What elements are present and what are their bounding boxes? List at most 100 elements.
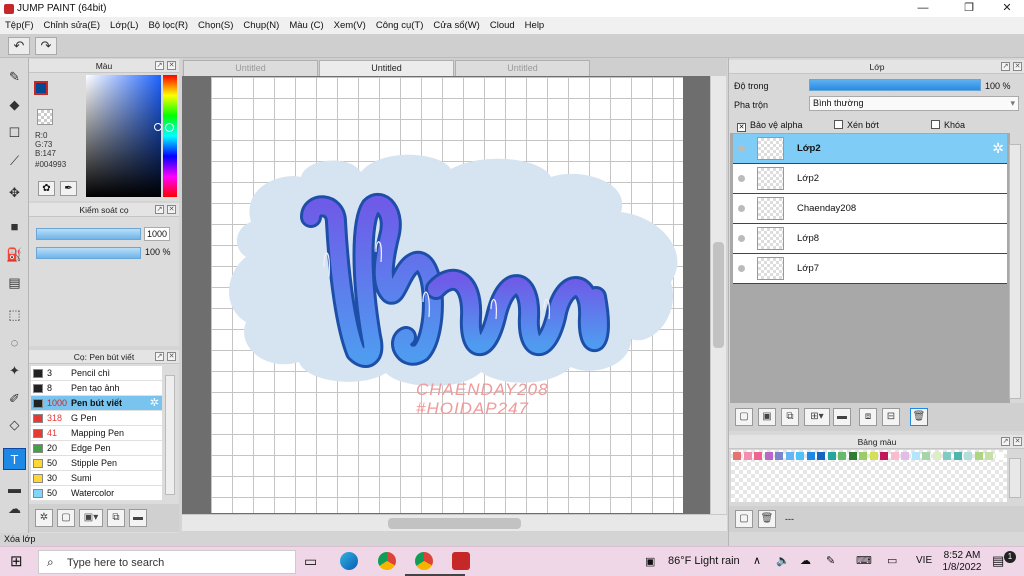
brush-list-item[interactable]: 50 Stipple Pen xyxy=(31,456,162,471)
brush-tool-icon[interactable]: ⟋ xyxy=(3,150,26,172)
brush-size-value[interactable]: 1000 xyxy=(144,227,170,241)
tray-chevron-icon[interactable]: ∧ xyxy=(753,554,761,567)
network-icon[interactable]: ▭ xyxy=(887,554,897,567)
palette-swatch[interactable] xyxy=(859,452,867,460)
palette-icon[interactable]: ✿ xyxy=(38,181,55,196)
notification-icon[interactable]: ▤ xyxy=(992,553,1004,569)
panel-close-icon[interactable]: ✕ xyxy=(167,205,176,214)
layer-list-scrollbar[interactable] xyxy=(1009,144,1021,399)
menu-file[interactable]: Tệp(F) xyxy=(5,20,34,31)
palette-swatch[interactable] xyxy=(806,452,815,460)
layer-row[interactable]: Lớp7 xyxy=(733,254,1007,284)
panel-close-icon[interactable]: ✕ xyxy=(1013,437,1022,446)
chrome-icon[interactable] xyxy=(378,552,396,570)
add-swatch-icon[interactable]: ▢ xyxy=(735,510,753,528)
jump-paint-taskbar-icon[interactable] xyxy=(452,552,470,570)
palette-swatch[interactable] xyxy=(922,452,930,460)
palette-swatch[interactable] xyxy=(943,452,951,460)
layer-visibility-icon[interactable] xyxy=(738,175,745,182)
undock-icon[interactable]: ↗ xyxy=(155,205,164,214)
folder-icon[interactable]: ▬ xyxy=(833,408,851,426)
palette-swatch[interactable] xyxy=(785,452,794,460)
keyboard-icon[interactable]: ⌨ xyxy=(856,554,872,567)
copy-brush-icon[interactable]: ⧉ xyxy=(107,509,125,527)
delete-swatch-icon[interactable]: 🗑 xyxy=(758,510,776,528)
delete-layer-icon[interactable]: 🗑 xyxy=(910,408,928,426)
menu-window[interactable]: Cửa sổ(W) xyxy=(433,20,479,31)
merge-layer-icon[interactable]: ⧈ xyxy=(859,408,877,426)
horizontal-scroll-thumb[interactable] xyxy=(388,518,521,529)
undock-icon[interactable]: ↗ xyxy=(155,61,164,70)
palette-swatch[interactable] xyxy=(869,452,878,460)
brush-opacity-slider[interactable] xyxy=(36,247,141,259)
palette-swatch[interactable] xyxy=(827,452,836,460)
select-eraser-tool-icon[interactable]: ◇ xyxy=(3,414,26,436)
undock-icon[interactable]: ↗ xyxy=(1001,62,1010,71)
layer-opacity-slider[interactable] xyxy=(809,79,981,91)
layer-visibility-icon[interactable] xyxy=(738,145,745,152)
windows-start-icon[interactable]: ⊞ xyxy=(10,554,26,570)
palette-swatch[interactable] xyxy=(848,452,857,460)
layer-visibility-icon[interactable] xyxy=(738,265,745,272)
brush-type-dropdown-icon[interactable]: ▣▾ xyxy=(79,509,103,527)
panel-close-icon[interactable]: ✕ xyxy=(167,61,176,70)
pen-icon[interactable]: ✎ xyxy=(826,554,835,567)
palette-swatch[interactable] xyxy=(911,452,920,460)
clipping-checkbox[interactable]: Xén bớt xyxy=(834,120,879,130)
palette-swatch[interactable] xyxy=(817,452,825,460)
minimize-button[interactable]: — xyxy=(906,0,940,17)
tab-untitled-1[interactable]: Untitled xyxy=(183,60,318,76)
new-brush-icon[interactable]: ▢ xyxy=(57,509,75,527)
divider-tool-icon[interactable]: ▬ xyxy=(3,478,26,500)
brush-list-item[interactable]: 41 Mapping Pen xyxy=(31,426,162,441)
chrome-profile-icon[interactable] xyxy=(415,552,433,570)
palette-swatch-area[interactable] xyxy=(731,450,1007,502)
palette-swatch[interactable] xyxy=(974,452,983,460)
menu-capture[interactable]: Chụp(N) xyxy=(243,20,279,31)
new-raster-layer-icon[interactable]: ▣ xyxy=(758,408,776,426)
palette-swatch[interactable] xyxy=(796,452,804,460)
text-tool-icon[interactable]: T xyxy=(3,448,26,470)
layer-row[interactable]: Chaenday208 xyxy=(733,194,1007,224)
brush-list-item[interactable]: 3 Pencil chì xyxy=(31,366,162,381)
brush-settings-gear-icon[interactable]: ✲ xyxy=(150,396,159,410)
undock-icon[interactable]: ↗ xyxy=(1001,437,1010,446)
palette-swatch[interactable] xyxy=(743,452,752,460)
palette-scrollbar[interactable] xyxy=(1009,458,1021,498)
rect-select-tool-icon[interactable]: ☐ xyxy=(3,122,26,144)
layer-row[interactable]: Lớp2 xyxy=(733,164,1007,194)
copy-layer-icon[interactable]: ⧉ xyxy=(781,408,799,426)
palette-swatch[interactable] xyxy=(985,452,993,460)
add-layer-dropdown-icon[interactable]: ⊞▾ xyxy=(804,408,830,426)
transparent-color-swatch[interactable] xyxy=(37,109,53,125)
layer-row[interactable]: Lớp2 ✲ xyxy=(733,134,1007,164)
pen-tool-icon[interactable]: ✎ xyxy=(3,66,26,88)
brush-folder-icon[interactable]: ▬ xyxy=(129,509,147,527)
menu-select[interactable]: Chọn(S) xyxy=(198,20,233,31)
new-layer-icon[interactable]: ▢ xyxy=(735,408,753,426)
blend-mode-select[interactable]: Bình thường ▾ xyxy=(809,96,1019,111)
eraser-tool-icon[interactable]: ◆ xyxy=(3,94,26,116)
brush-size-slider[interactable] xyxy=(36,228,141,240)
gradient-tool-icon[interactable]: ▤ xyxy=(3,272,26,294)
cloud-sync-icon[interactable]: ☁ xyxy=(800,554,811,567)
brush-settings-icon[interactable]: ✲ xyxy=(35,509,53,527)
tab-untitled-active[interactable]: Untitled xyxy=(319,60,454,76)
layer-visibility-icon[interactable] xyxy=(738,235,745,242)
palette-swatch[interactable] xyxy=(754,452,762,460)
protect-alpha-checkbox[interactable]: ✕ Bảo vệ alpha xyxy=(737,120,803,132)
brush-list-scrollbar[interactable] xyxy=(165,375,175,495)
magic-wand-tool-icon[interactable]: ✦ xyxy=(3,360,26,382)
select-tool-icon[interactable]: ⬚ xyxy=(3,304,26,326)
language-indicator[interactable]: VIE xyxy=(916,555,932,566)
hue-slider[interactable] xyxy=(163,75,177,197)
redo-icon[interactable]: ↷ xyxy=(35,37,57,55)
tab-untitled-3[interactable]: Untitled xyxy=(455,60,590,76)
palette-swatch[interactable] xyxy=(964,452,972,460)
menu-color[interactable]: Màu (C) xyxy=(289,20,323,31)
palette-swatch[interactable] xyxy=(890,452,899,460)
palette-swatch[interactable] xyxy=(764,452,773,460)
palette-swatch[interactable] xyxy=(953,452,962,460)
edge-browser-icon[interactable] xyxy=(340,552,358,570)
weather-icon[interactable]: ▣ xyxy=(645,555,655,568)
